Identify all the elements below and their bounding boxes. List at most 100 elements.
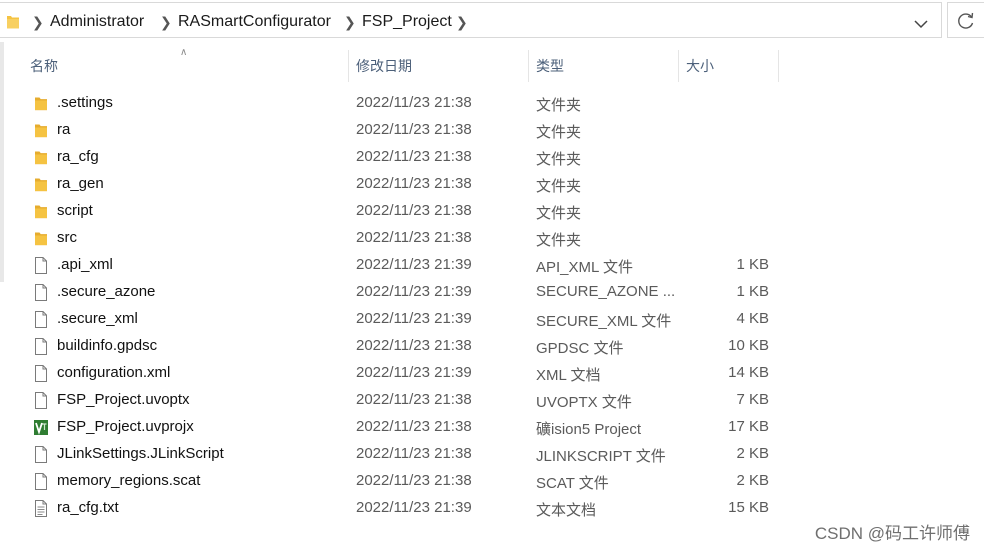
chevron-right-icon[interactable]: ❯ xyxy=(160,14,172,31)
file-date-modified: 2022/11/23 21:38 xyxy=(356,445,472,462)
folder-icon xyxy=(33,94,49,113)
file-type: 文本文档 xyxy=(536,502,597,519)
file-name: .api_xml xyxy=(57,256,113,273)
file-date-modified: 2022/11/23 21:39 xyxy=(356,499,472,516)
file-date-modified: 2022/11/23 21:38 xyxy=(356,391,472,408)
column-header-type[interactable]: 类型 xyxy=(536,48,678,84)
file-date-modified: 2022/11/23 21:38 xyxy=(356,202,472,219)
file-row[interactable]: ra_cfg 2022/11/23 21:38 文件夹 xyxy=(0,144,984,171)
file-type: 文件夹 xyxy=(536,232,582,249)
file-size: 14 KB xyxy=(728,364,769,381)
file-icon xyxy=(33,391,49,410)
folder-icon xyxy=(33,175,49,194)
folder-icon xyxy=(33,121,49,140)
file-size: 1 KB xyxy=(736,256,769,273)
file-type: GPDSC 文件 xyxy=(536,340,624,357)
breadcrumb-item-rasmartconfigurator[interactable]: RASmartConfigurator xyxy=(178,13,331,31)
file-icon xyxy=(33,283,49,302)
file-date-modified: 2022/11/23 21:39 xyxy=(356,256,472,273)
file-row[interactable]: JLinkSettings.JLinkScript 2022/11/23 21:3… xyxy=(0,441,984,468)
file-date-modified: 2022/11/23 21:39 xyxy=(356,310,472,327)
file-date-modified: 2022/11/23 21:38 xyxy=(356,229,472,246)
file-row[interactable]: script 2022/11/23 21:38 文件夹 xyxy=(0,198,984,225)
refresh-icon xyxy=(958,12,974,29)
chevron-right-icon[interactable]: ❯ xyxy=(32,14,44,31)
column-divider[interactable] xyxy=(778,50,779,82)
file-icon xyxy=(33,310,49,329)
file-type: 文件夹 xyxy=(536,151,582,168)
file-row[interactable]: .settings 2022/11/23 21:38 文件夹 xyxy=(0,90,984,117)
file-type: 文件夹 xyxy=(536,205,582,222)
file-name: ra xyxy=(57,121,71,138)
file-name: .settings xyxy=(57,94,113,111)
file-icon xyxy=(33,364,49,383)
file-size: 10 KB xyxy=(728,337,769,354)
file-date-modified: 2022/11/23 21:38 xyxy=(356,94,472,111)
file-row[interactable]: FSP_Project.uvoptx 2022/11/23 21:38 UVOPTX… xyxy=(0,387,984,414)
file-row[interactable]: .secure_azone 2022/11/23 21:39 SECURE_AZON… xyxy=(0,279,984,306)
chevron-right-icon[interactable]: ❯ xyxy=(344,14,356,31)
breadcrumb-item-administrator[interactable]: Administrator xyxy=(50,13,144,31)
file-row[interactable]: configuration.xml 2022/11/23 21:39 XML 文档 1… xyxy=(0,360,984,387)
file-size: 4 KB xyxy=(736,310,769,327)
breadcrumb-item-fsp-project[interactable]: FSP_Project xyxy=(362,13,452,31)
file-row[interactable]: ra 2022/11/23 21:38 文件夹 xyxy=(0,117,984,144)
file-name: configuration.xml xyxy=(57,364,171,381)
file-row[interactable]: buildinfo.gpdsc 2022/11/23 21:38 GPDSC 文件 1… xyxy=(0,333,984,360)
column-header-name[interactable]: 名称 xyxy=(30,48,348,84)
file-date-modified: 2022/11/23 21:38 xyxy=(356,121,472,138)
file-row[interactable]: ra_gen 2022/11/23 21:38 文件夹 xyxy=(0,171,984,198)
file-row[interactable]: src 2022/11/23 21:38 文件夹 xyxy=(0,225,984,252)
file-name: script xyxy=(57,202,93,219)
file-icon xyxy=(33,472,49,491)
file-date-modified: 2022/11/23 21:39 xyxy=(356,283,472,300)
file-date-modified: 2022/11/23 21:38 xyxy=(356,418,472,435)
file-type: API_XML 文件 xyxy=(536,259,633,276)
watermark: CSDN @码工许师傅 xyxy=(814,524,970,543)
column-header-date[interactable]: 修改日期 xyxy=(356,48,528,84)
file-type: SECURE_XML 文件 xyxy=(536,313,672,330)
column-header-size[interactable]: 大小 xyxy=(686,48,778,84)
file-type: UVOPTX 文件 xyxy=(536,394,632,411)
column-divider[interactable] xyxy=(528,50,529,82)
chevron-right-icon[interactable]: ❯ xyxy=(456,14,468,31)
folder-icon xyxy=(7,16,19,29)
folder-icon xyxy=(33,202,49,221)
file-size: 7 KB xyxy=(736,391,769,408)
file-type: 文件夹 xyxy=(536,124,582,141)
file-date-modified: 2022/11/23 21:38 xyxy=(356,148,472,165)
file-type: 礦ision5 Project xyxy=(536,421,642,438)
file-name: .secure_xml xyxy=(57,310,138,327)
file-size: 1 KB xyxy=(736,283,769,300)
file-name: ra_cfg xyxy=(57,148,99,165)
file-type: 文件夹 xyxy=(536,178,582,195)
file-row[interactable]: ra_cfg.txt 2022/11/23 21:39 文本文档 15 KB xyxy=(0,495,984,522)
file-row[interactable]: .api_xml 2022/11/23 21:39 API_XML 文件 1 KB xyxy=(0,252,984,279)
file-name: buildinfo.gpdsc xyxy=(57,337,158,354)
file-name: memory_regions.scat xyxy=(57,472,201,489)
file-name: ra_cfg.txt xyxy=(57,499,119,516)
file-date-modified: 2022/11/23 21:38 xyxy=(356,175,472,192)
folder-icon xyxy=(33,148,49,167)
file-name: FSP_Project.uvoptx xyxy=(57,391,190,408)
uvision-icon xyxy=(33,418,49,437)
address-bar: ❯ Administrator ❯ RASmartConfigurator ❯ … xyxy=(0,0,984,42)
column-divider[interactable] xyxy=(348,50,349,82)
file-icon xyxy=(33,256,49,275)
address-box[interactable]: ❯ Administrator ❯ RASmartConfigurator ❯ … xyxy=(0,2,942,38)
file-type: XML 文档 xyxy=(536,367,601,384)
refresh-button[interactable] xyxy=(947,2,984,38)
file-size: 17 KB xyxy=(728,418,769,435)
file-type: 文件夹 xyxy=(536,97,582,114)
file-size: 2 KB xyxy=(736,445,769,462)
file-name: .secure_azone xyxy=(57,283,156,300)
file-row[interactable]: memory_regions.scat 2022/11/23 21:38 SCAT … xyxy=(0,468,984,495)
file-type: SCAT 文件 xyxy=(536,475,609,492)
column-divider[interactable] xyxy=(678,50,679,82)
file-name: src xyxy=(57,229,77,246)
file-row[interactable]: .secure_xml 2022/11/23 21:39 SECURE_XML 文件… xyxy=(0,306,984,333)
file-size: 15 KB xyxy=(728,499,769,516)
file-row[interactable]: FSP_Project.uvprojx 2022/11/23 21:38 礦isio… xyxy=(0,414,984,441)
file-name: ra_gen xyxy=(57,175,104,192)
chevron-down-icon[interactable] xyxy=(908,11,934,37)
